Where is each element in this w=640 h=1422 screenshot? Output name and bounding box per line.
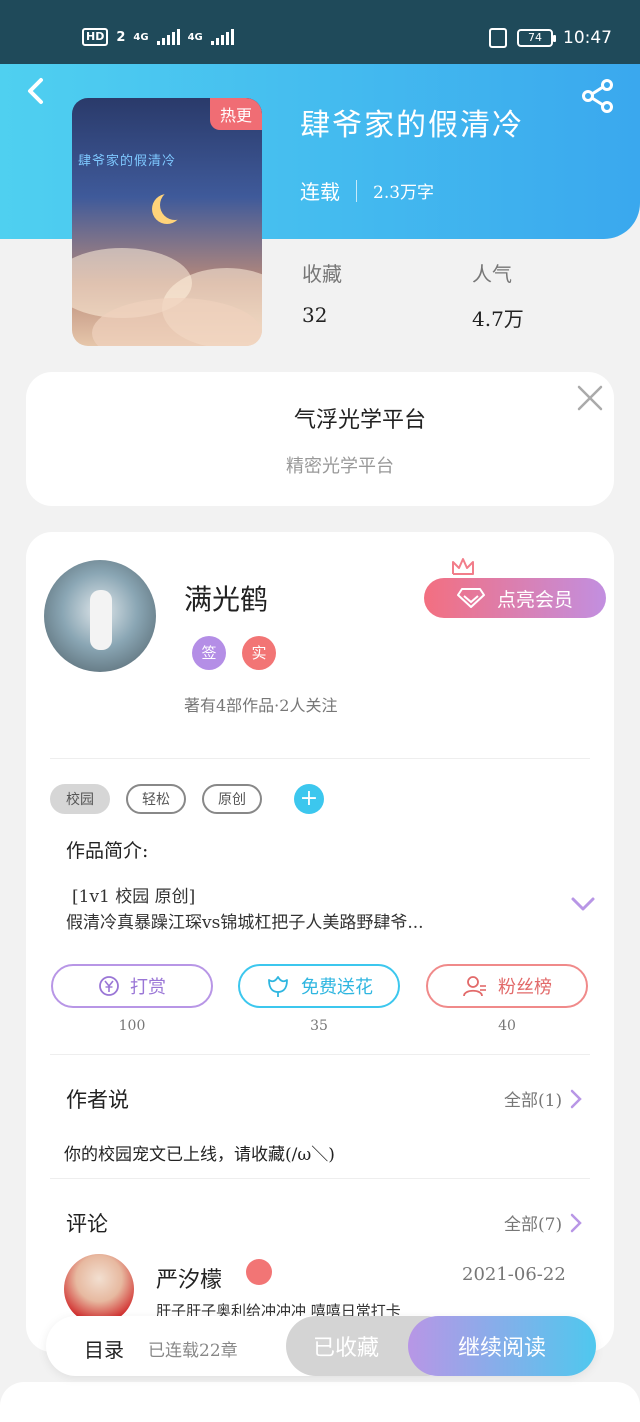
vibrate-icon — [489, 28, 507, 48]
comment-date: 2021-06-22 — [462, 1264, 566, 1285]
signal-icon-2 — [210, 29, 234, 45]
cover-title: 肆爷家的假清冷 — [78, 154, 177, 169]
diamond-icon — [246, 1259, 272, 1285]
word-count: 2.3万字 — [373, 183, 435, 203]
ad-title: 气浮光学平台 — [293, 408, 426, 433]
chapter-count: 已连载22章 — [148, 1341, 238, 1361]
status-right: 74 10:47 — [489, 28, 612, 48]
continue-reading-label: 继续阅读 — [457, 1336, 546, 1361]
send-flower-button[interactable]: 免费送花 — [238, 964, 400, 1008]
divider — [50, 1054, 590, 1055]
author-says-more[interactable]: 全部(1) — [504, 1086, 582, 1111]
hd-badge: HD — [82, 28, 109, 46]
popularity-stat: 人气 4.7万 — [472, 258, 524, 332]
comments-title: 评论 — [66, 1212, 108, 1236]
moon-icon — [160, 190, 190, 220]
favorites-stat: 收藏 32 — [302, 258, 342, 327]
serial-status: 连载 — [300, 180, 340, 204]
tip-button[interactable]: 打赏 — [51, 964, 213, 1008]
tip-button-label: 打赏 — [130, 977, 166, 998]
back-arrow-icon — [28, 78, 43, 104]
fans-ranking-label: 粉丝榜 — [498, 977, 552, 998]
favorites-label: 收藏 — [302, 262, 342, 286]
book-cover[interactable]: 肆爷家的假清冷 热更 — [72, 98, 262, 346]
verified-badge: 实 — [242, 636, 276, 670]
continue-reading-button[interactable]: 继续阅读 — [408, 1316, 596, 1376]
chevron-right-icon — [570, 1213, 582, 1232]
author-says-text: 你的校园宠文已上线，请收藏(/ω＼) — [64, 1145, 335, 1165]
close-icon — [577, 385, 603, 411]
network-label-1: 4G — [133, 31, 149, 43]
share-icon — [582, 79, 613, 113]
book-meta: 连载 2.3万字 — [300, 176, 434, 205]
fans-ranking-button[interactable]: 粉丝榜 — [426, 964, 588, 1008]
footer-strip — [0, 1382, 640, 1422]
collected-button-label: 已收藏 — [312, 1336, 379, 1361]
battery-icon: 74 — [517, 29, 556, 47]
author-card: 满光鹤 签 实 著有4部作品·2人关注 点亮会员 校园 轻松 原创 + 作品简介… — [26, 532, 614, 1352]
chevron-right-icon — [570, 1089, 582, 1108]
hot-update-badge: 热更 — [209, 98, 262, 130]
comments-more-label: 全部(7) — [504, 1215, 563, 1235]
user-icon — [463, 976, 486, 997]
popularity-value: 4.7万 — [472, 307, 524, 331]
tag-item[interactable]: 原创 — [202, 784, 262, 814]
intro-text-line2: 假清冷真暴躁江琛vs锦城杠把子人美路野肆爷... — [66, 913, 424, 933]
tag-item[interactable]: 校园 — [50, 784, 110, 814]
expand-intro-button[interactable] — [570, 894, 596, 914]
intro-label: 作品简介: — [66, 840, 149, 862]
chevron-down-icon — [571, 897, 595, 911]
vip-button-label: 点亮会员 — [496, 588, 573, 611]
crown-icon — [452, 558, 474, 575]
author-avatar[interactable] — [44, 560, 156, 672]
tag-item[interactable]: 轻松 — [126, 784, 186, 814]
signal-icon — [156, 29, 180, 45]
status-bar: HD 2 4G 4G 74 10:47 — [0, 0, 640, 64]
flower-icon — [268, 976, 288, 997]
author-says-more-label: 全部(1) — [504, 1091, 563, 1111]
add-tag-button[interactable]: + — [294, 784, 324, 814]
divider — [50, 758, 590, 759]
share-button[interactable] — [580, 78, 616, 114]
send-flower-label: 免费送花 — [301, 977, 373, 998]
bottom-bar: 目录 已连载22章 已收藏 继续阅读 — [46, 1316, 596, 1376]
comments-more[interactable]: 全部(7) — [504, 1210, 582, 1235]
popularity-label: 人气 — [472, 262, 512, 286]
ad-subtitle: 精密光学平台 — [286, 456, 394, 477]
commenter-name[interactable]: 严汐檬 — [156, 1262, 222, 1294]
divider — [50, 1178, 590, 1179]
intro-text-line1: [1v1 校园 原创] — [72, 887, 196, 907]
commenter-avatar[interactable] — [64, 1254, 134, 1324]
meta-divider — [356, 179, 357, 202]
back-button[interactable] — [22, 76, 52, 106]
yuan-icon — [99, 976, 119, 996]
sim-number: 2 — [116, 29, 126, 45]
vip-button[interactable]: 点亮会员 — [424, 578, 606, 618]
favorites-value: 32 — [302, 303, 328, 327]
author-says-title: 作者说 — [66, 1088, 129, 1112]
close-ad-button[interactable] — [576, 384, 604, 412]
ad-card[interactable]: 气浮光学平台 精密光学平台 — [26, 372, 614, 506]
flower-count: 35 — [310, 1018, 328, 1034]
tip-count: 100 — [118, 1018, 146, 1034]
diamond-icon — [456, 588, 485, 608]
toc-button[interactable]: 目录 — [84, 1334, 124, 1363]
author-name[interactable]: 满光鹤 — [184, 578, 268, 618]
tag-list: 校园 轻松 原创 + — [50, 784, 324, 814]
signed-badge: 签 — [192, 636, 226, 670]
fans-count: 40 — [498, 1018, 516, 1034]
clock: 10:47 — [563, 28, 612, 48]
network-label-2: 4G — [187, 31, 203, 43]
author-stats: 著有4部作品·2人关注 — [184, 696, 338, 715]
book-title: 肆爷家的假清冷 — [300, 108, 524, 143]
status-left: HD 2 4G 4G — [82, 28, 234, 46]
